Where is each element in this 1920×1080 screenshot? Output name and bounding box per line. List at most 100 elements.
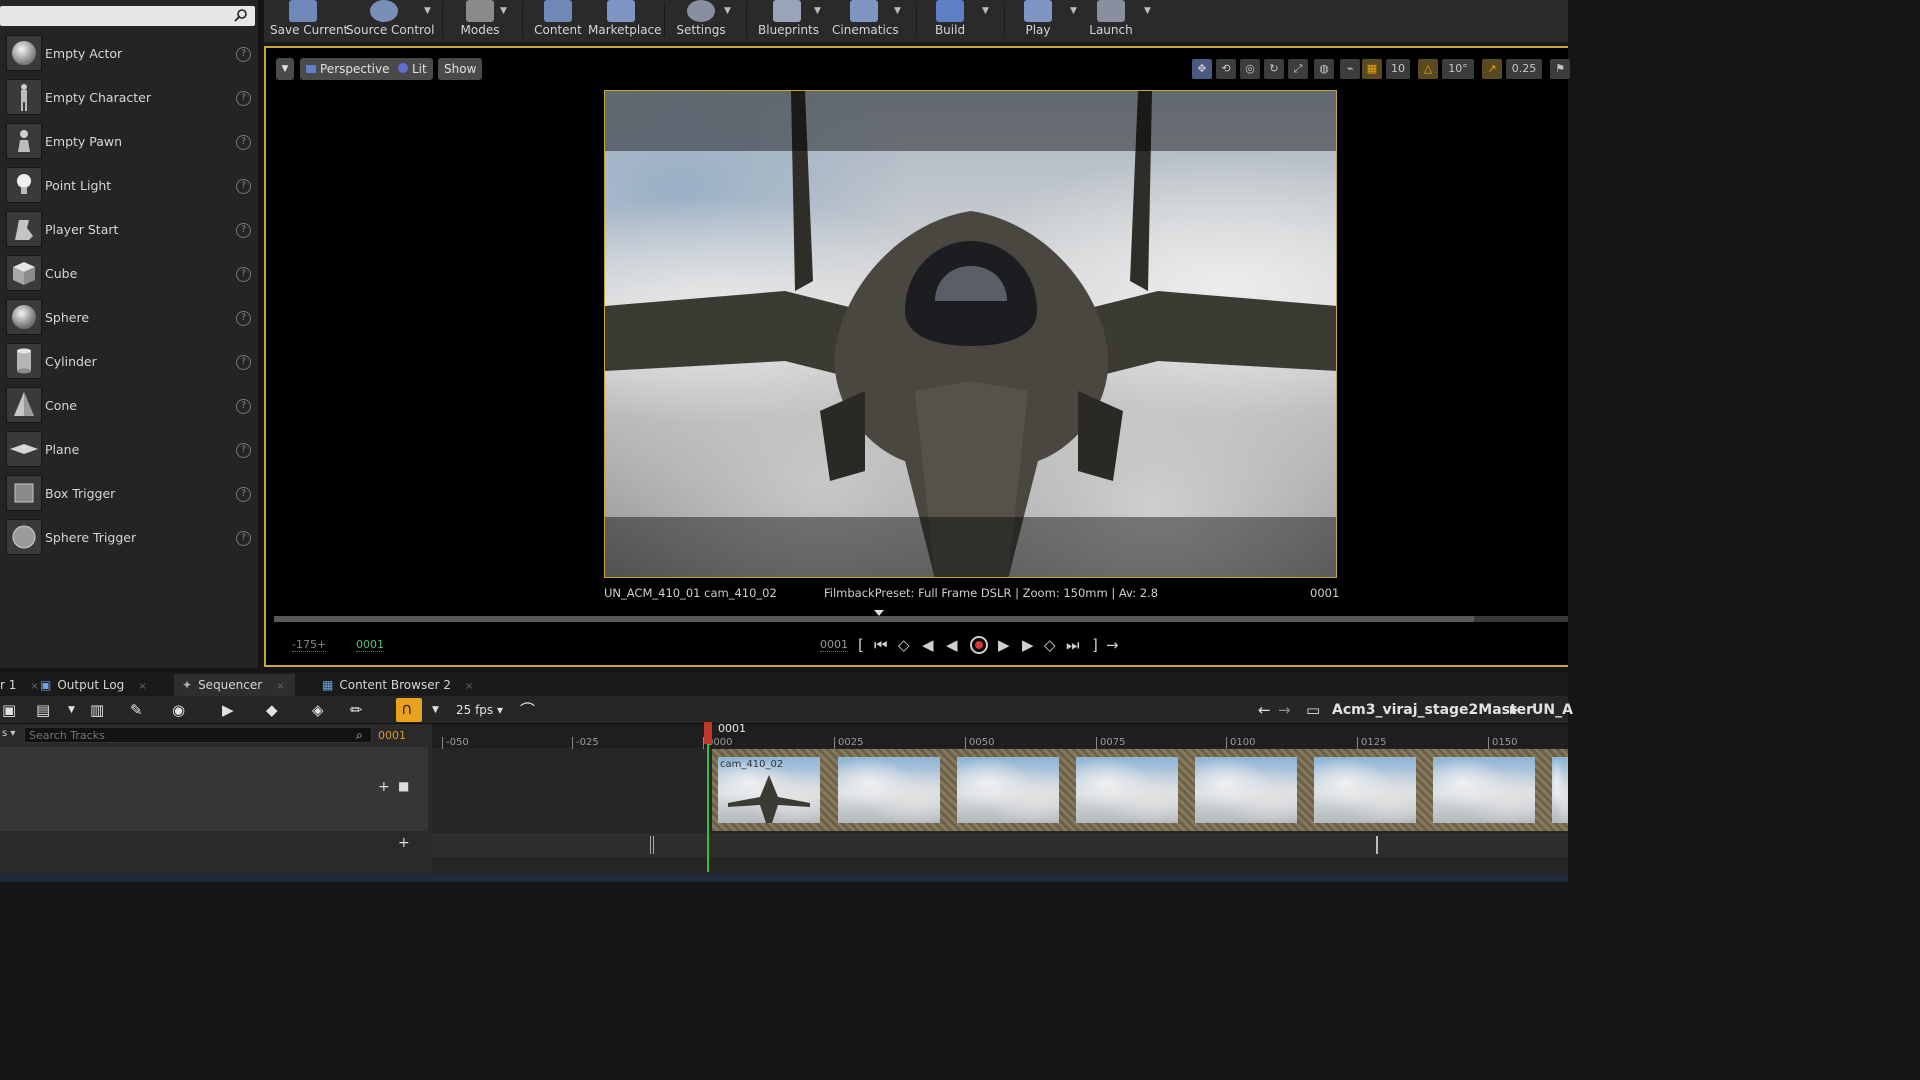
help-icon[interactable]: ? xyxy=(236,179,251,194)
scale-snap-value[interactable]: 0.25 xyxy=(1506,59,1542,79)
transport-frame-field[interactable]: 0001 xyxy=(820,638,848,652)
eye-icon[interactable]: ◉ xyxy=(172,699,185,721)
place-item-empty-character[interactable]: Empty Character ? xyxy=(0,77,258,121)
key-icon[interactable]: ◆ xyxy=(266,699,278,721)
scrub-playhead-marker[interactable] xyxy=(874,610,884,616)
clapper-icon[interactable]: ▤ xyxy=(36,699,50,721)
playhead-handle[interactable] xyxy=(704,722,712,744)
surface-snapping-icon[interactable]: ⌁ xyxy=(1340,59,1360,79)
breadcrumb-child[interactable]: UN_A xyxy=(1532,699,1573,721)
folder-icon[interactable]: ▭ xyxy=(1306,699,1320,721)
chevron-down-icon[interactable]: ▼ xyxy=(982,6,989,16)
curve-editor-icon[interactable]: ⌒ xyxy=(520,699,535,721)
forward-arrow-icon[interactable]: → xyxy=(1278,699,1291,721)
back-arrow-icon[interactable]: ← xyxy=(1258,699,1271,721)
place-item-cone[interactable]: Cone ? xyxy=(0,385,258,429)
sequencer-current-frame[interactable]: 0001 xyxy=(378,729,406,742)
chevron-down-icon[interactable]: ▼ xyxy=(894,6,901,16)
help-icon[interactable]: ? xyxy=(236,443,251,458)
camera-speed-icon[interactable]: ⚑ xyxy=(1550,59,1570,79)
chevron-down-icon[interactable]: ▼ xyxy=(500,6,507,16)
breadcrumb-master[interactable]: Acm3_viraj_stage2Master xyxy=(1332,699,1533,721)
help-icon[interactable]: ? xyxy=(236,47,251,62)
wrench-icon[interactable]: ✎ xyxy=(130,699,143,721)
prev-key-icon[interactable]: ◇ xyxy=(898,636,910,654)
place-item-plane[interactable]: Plane ? xyxy=(0,429,258,473)
place-item-sphere[interactable]: Sphere ? xyxy=(0,297,258,341)
snap-toggle-button[interactable]: ∩ xyxy=(396,698,422,722)
show-button[interactable]: Show xyxy=(438,58,483,80)
record-button[interactable] xyxy=(970,636,988,654)
source-control-button[interactable]: Source Control xyxy=(346,0,434,40)
save-current-button[interactable]: Save Current xyxy=(270,0,348,40)
help-icon[interactable]: ? xyxy=(236,223,251,238)
chevron-down-icon[interactable]: ▼ xyxy=(814,6,821,16)
close-icon[interactable]: × xyxy=(276,681,284,692)
content-button[interactable]: Content xyxy=(534,0,582,40)
add-shot-icon[interactable]: + xyxy=(378,779,390,795)
key-marker[interactable] xyxy=(650,836,654,854)
range-start-field[interactable]: -175+ xyxy=(292,638,327,652)
help-icon[interactable]: ? xyxy=(236,135,251,150)
track-row[interactable]: + xyxy=(0,833,428,857)
viewport-scrub-bar[interactable] xyxy=(274,610,1568,622)
settings-button[interactable]: Settings xyxy=(676,0,726,40)
next-key-icon[interactable]: ◇ xyxy=(1044,636,1056,654)
marketplace-button[interactable]: Marketplace xyxy=(588,0,662,40)
jump-to-end-icon[interactable]: ⏭ xyxy=(1066,636,1080,654)
scale-icon[interactable]: ◎ xyxy=(1240,59,1260,79)
place-item-cube[interactable]: Cube ? xyxy=(0,253,258,297)
search-icon[interactable] xyxy=(234,8,248,22)
tab-sequencer[interactable]: ✦ Sequencer × xyxy=(174,674,295,696)
pencil-icon[interactable]: ✏ xyxy=(350,699,363,721)
shot-track-row[interactable]: + ■ xyxy=(0,747,428,831)
search-icon[interactable]: ⌕ xyxy=(356,728,363,743)
viewport-options-button[interactable]: ▼ xyxy=(276,58,294,80)
maximize-icon[interactable]: ⤢ xyxy=(1288,59,1308,79)
chevron-down-icon[interactable]: ▼ xyxy=(432,699,439,721)
fps-selector[interactable]: 25 fps ▾ xyxy=(456,699,503,721)
play-reverse-icon[interactable]: ◀ xyxy=(946,636,958,654)
translate-icon[interactable]: ✥ xyxy=(1192,59,1212,79)
rotation-snap-icon[interactable]: △ xyxy=(1418,59,1438,79)
chevron-down-icon[interactable]: ▼ xyxy=(68,699,75,721)
chevron-down-icon[interactable]: ▼ xyxy=(1070,6,1077,16)
tab-content-browser-2[interactable]: ▦ Content Browser 2 × xyxy=(314,674,483,696)
step-forward-icon[interactable]: ▶ xyxy=(1022,636,1034,654)
place-item-player-start[interactable]: Player Start ? xyxy=(0,209,258,253)
build-button[interactable]: Build xyxy=(928,0,972,40)
playhead[interactable] xyxy=(704,722,712,872)
place-search-input[interactable] xyxy=(0,6,255,26)
step-back-icon[interactable]: ◀ xyxy=(922,636,934,654)
help-icon[interactable]: ? xyxy=(236,91,251,106)
place-item-empty-pawn[interactable]: Empty Pawn ? xyxy=(0,121,258,165)
tab-output-log[interactable]: ▣ Output Log × xyxy=(32,674,157,696)
filter-dropdown[interactable]: s ▾ xyxy=(2,728,15,739)
key-settings-icon[interactable]: ◈ xyxy=(312,699,324,721)
add-track-icon[interactable]: + xyxy=(398,835,410,851)
blueprints-button[interactable]: Blueprints xyxy=(758,0,819,40)
play-button[interactable]: Play xyxy=(1016,0,1060,40)
rotation-snap-value[interactable]: 10° xyxy=(1442,59,1474,79)
rotate-icon[interactable]: ⟲ xyxy=(1216,59,1236,79)
chevron-down-icon[interactable]: ▼ xyxy=(724,6,731,16)
surface-snap-icon[interactable]: ↻ xyxy=(1264,59,1284,79)
place-item-sphere-trigger[interactable]: Sphere Trigger ? xyxy=(0,517,258,561)
help-icon[interactable]: ? xyxy=(236,487,251,502)
help-icon[interactable]: ? xyxy=(236,531,251,546)
cinematics-button[interactable]: Cinematics xyxy=(832,0,899,40)
key-marker[interactable] xyxy=(1376,836,1378,854)
camera-group-icon[interactable]: ▣ xyxy=(2,699,16,721)
play-forward-icon[interactable]: ▶ xyxy=(998,636,1010,654)
camera-icon[interactable]: ■ xyxy=(398,779,409,793)
help-icon[interactable]: ? xyxy=(236,355,251,370)
set-end-icon[interactable]: ] xyxy=(1092,636,1098,654)
time-ruler[interactable] xyxy=(432,724,1568,748)
playback-options-icon[interactable]: ▶ xyxy=(222,699,234,721)
help-icon[interactable]: ? xyxy=(236,399,251,414)
lit-button[interactable]: Lit xyxy=(392,58,433,80)
close-icon[interactable]: × xyxy=(465,681,473,692)
place-item-box-trigger[interactable]: Box Trigger ? xyxy=(0,473,258,517)
place-item-cylinder[interactable]: Cylinder ? xyxy=(0,341,258,385)
world-local-icon[interactable]: ◍ xyxy=(1314,59,1334,79)
